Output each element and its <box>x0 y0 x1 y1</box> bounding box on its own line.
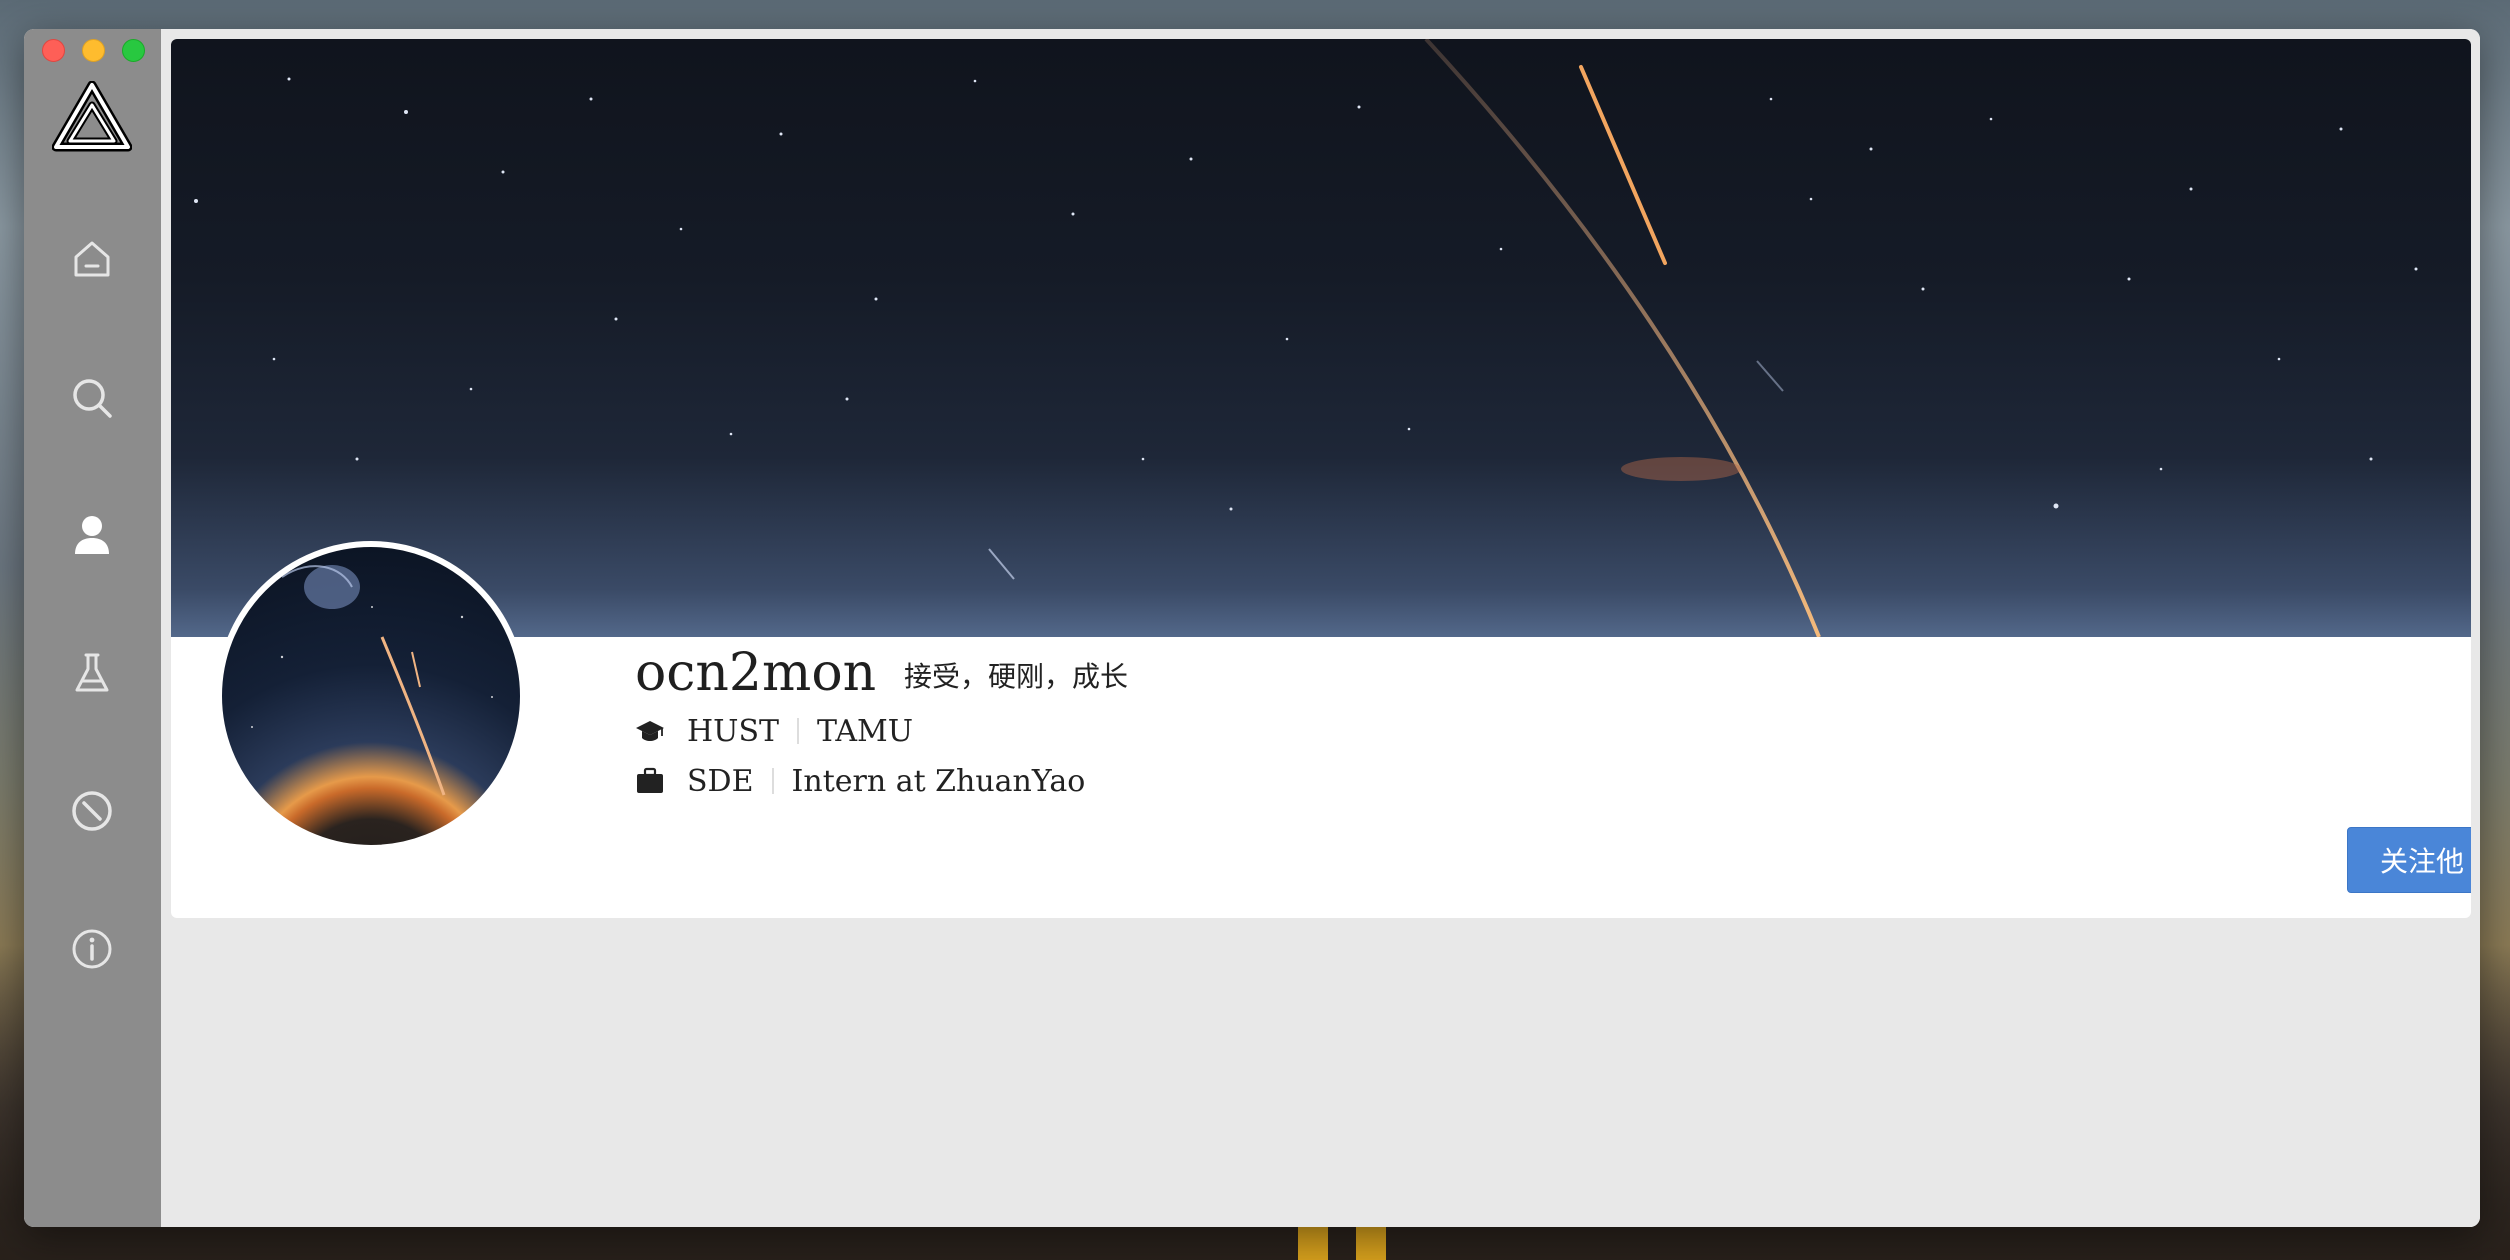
user-icon[interactable] <box>68 511 116 559</box>
app-window: ocn2mon 接受，硬刚，成长 HUST TAMU SDE Intern at… <box>24 29 2480 1227</box>
profile-motto: 接受，硬刚，成长 <box>904 660 1129 693</box>
job-title: SDE <box>687 763 754 799</box>
divider <box>771 768 774 794</box>
home-icon[interactable] <box>68 235 116 283</box>
job-position: Intern at ZhuanYao <box>791 763 1086 799</box>
main-content: ocn2mon 接受，硬刚，成长 HUST TAMU SDE Intern at… <box>161 29 2480 1227</box>
info-icon[interactable] <box>68 925 116 973</box>
school-hust: HUST <box>687 713 780 749</box>
avatar[interactable] <box>216 541 526 851</box>
graduation-cap-icon <box>635 716 665 746</box>
window-close-button[interactable] <box>42 39 65 62</box>
window-zoom-button[interactable] <box>122 39 145 62</box>
profile-card: ocn2mon 接受，硬刚，成长 HUST TAMU SDE Intern at… <box>171 39 2471 918</box>
triangle-logo-icon[interactable] <box>51 80 133 153</box>
follow-button[interactable]: 关注他 <box>2347 827 2471 893</box>
briefcase-icon <box>635 766 665 796</box>
search-icon[interactable] <box>68 374 116 422</box>
school-tamu: TAMU <box>817 713 914 749</box>
education-row: HUST TAMU <box>635 713 913 749</box>
block-icon[interactable] <box>68 787 116 835</box>
work-row: SDE Intern at ZhuanYao <box>635 763 1085 799</box>
sidebar <box>24 29 161 1227</box>
window-minimize-button[interactable] <box>82 39 105 62</box>
username: ocn2mon <box>635 643 877 703</box>
flask-icon[interactable] <box>68 649 116 697</box>
divider <box>797 718 800 744</box>
